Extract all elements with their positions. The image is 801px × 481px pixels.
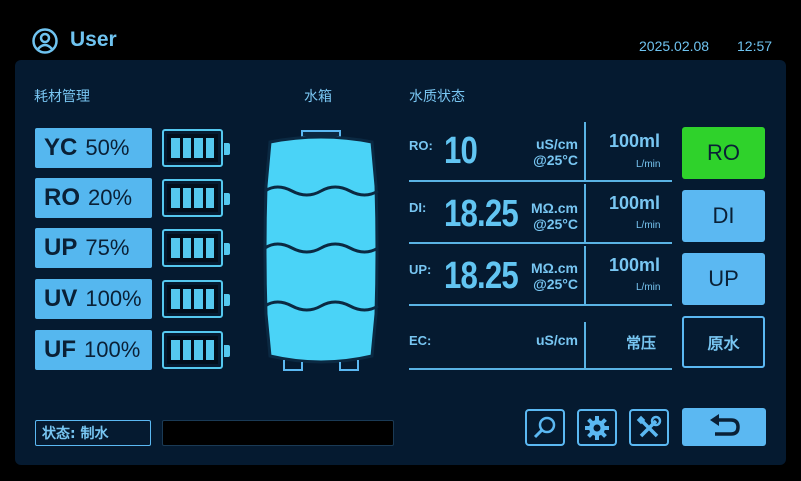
row-divider bbox=[409, 180, 672, 182]
consumable-name: UP bbox=[44, 234, 78, 261]
tank-title: 水箱 bbox=[304, 89, 332, 105]
quality-unit-up: MΩ.cm bbox=[530, 260, 578, 276]
flow-unit-up: L/min bbox=[636, 282, 661, 293]
mode-raw-water-button[interactable]: 原水 bbox=[682, 316, 765, 368]
row-divider bbox=[409, 242, 672, 244]
consumable-name: UF bbox=[44, 336, 76, 363]
consumables-title: 耗材管理 bbox=[34, 89, 90, 105]
user-label[interactable]: User bbox=[70, 28, 117, 52]
flow-value-di: 100ml bbox=[609, 193, 661, 213]
consumable-name: RO bbox=[44, 184, 80, 211]
consumable-ro-button[interactable]: RO 20% bbox=[35, 178, 152, 218]
consumable-percent: 20% bbox=[88, 185, 133, 210]
divider bbox=[584, 184, 586, 242]
quality-label-up: UP: bbox=[409, 262, 432, 277]
divider bbox=[584, 322, 586, 368]
battery-icon bbox=[162, 179, 230, 217]
pressure-status: 常压 bbox=[626, 334, 657, 352]
quality-label-di: DI: bbox=[409, 200, 427, 215]
status-label: 状态: 制水 bbox=[35, 420, 151, 446]
consumable-uv-button[interactable]: UV 100% bbox=[35, 279, 152, 319]
battery-icon bbox=[162, 229, 230, 267]
tools-button[interactable] bbox=[629, 409, 669, 446]
flow-unit-di: L/min bbox=[636, 220, 661, 231]
settings-button[interactable] bbox=[577, 409, 617, 446]
gear-icon bbox=[585, 415, 609, 440]
quality-label-ec: EC: bbox=[409, 333, 432, 348]
time-display: 12:57 bbox=[737, 38, 773, 54]
quality-value-ro: 10 bbox=[444, 130, 478, 172]
quality-temp-ro: @25°C bbox=[533, 152, 578, 168]
consumable-percent: 50% bbox=[85, 135, 130, 160]
flow-unit-ro: L/min bbox=[636, 159, 661, 170]
water-tank-graphic bbox=[263, 130, 379, 371]
consumable-percent: 100% bbox=[85, 286, 142, 311]
quality-unit-di: MΩ.cm bbox=[530, 200, 578, 216]
top-bar: User 2025.02.08 12:57 bbox=[0, 0, 801, 58]
quality-unit-ro: uS/cm bbox=[535, 136, 578, 152]
tools-icon bbox=[636, 415, 662, 437]
back-button[interactable] bbox=[682, 408, 766, 446]
consumable-name: UV bbox=[44, 285, 78, 312]
divider bbox=[584, 246, 586, 304]
mode-up-button[interactable]: UP bbox=[682, 253, 765, 305]
quality-value-up: 18.25 bbox=[444, 255, 519, 297]
flow-value-ro: 100ml bbox=[609, 131, 661, 151]
quality-temp-di: @25°C bbox=[533, 216, 578, 232]
consumable-percent: 75% bbox=[85, 235, 130, 260]
row-divider bbox=[409, 368, 672, 370]
back-icon bbox=[710, 414, 740, 436]
user-icon[interactable] bbox=[32, 28, 58, 54]
mode-ro-button[interactable]: RO bbox=[682, 127, 765, 179]
row-divider bbox=[409, 304, 672, 306]
message-bar bbox=[162, 420, 394, 446]
consumable-percent: 100% bbox=[84, 337, 141, 362]
quality-unit-ec: uS/cm bbox=[535, 332, 578, 348]
battery-icon bbox=[162, 331, 230, 369]
consumable-name: YC bbox=[44, 134, 78, 161]
quality-title: 水质状态 bbox=[409, 89, 465, 105]
consumable-uf-button[interactable]: UF 100% bbox=[35, 330, 152, 370]
flow-value-up: 100ml bbox=[609, 255, 661, 275]
quality-temp-up: @25°C bbox=[533, 276, 578, 292]
battery-icon bbox=[162, 280, 230, 318]
search-icon bbox=[533, 416, 556, 438]
consumable-up-button[interactable]: UP 75% bbox=[35, 228, 152, 268]
consumable-yc-button[interactable]: YC 50% bbox=[35, 128, 152, 168]
quality-value-di: 18.25 bbox=[444, 193, 519, 235]
divider bbox=[584, 122, 586, 180]
quality-label-ro: RO: bbox=[409, 138, 433, 153]
battery-icon bbox=[162, 129, 230, 167]
search-button[interactable] bbox=[525, 409, 565, 446]
mode-di-button[interactable]: DI bbox=[682, 190, 765, 242]
date-display: 2025.02.08 bbox=[639, 38, 710, 54]
